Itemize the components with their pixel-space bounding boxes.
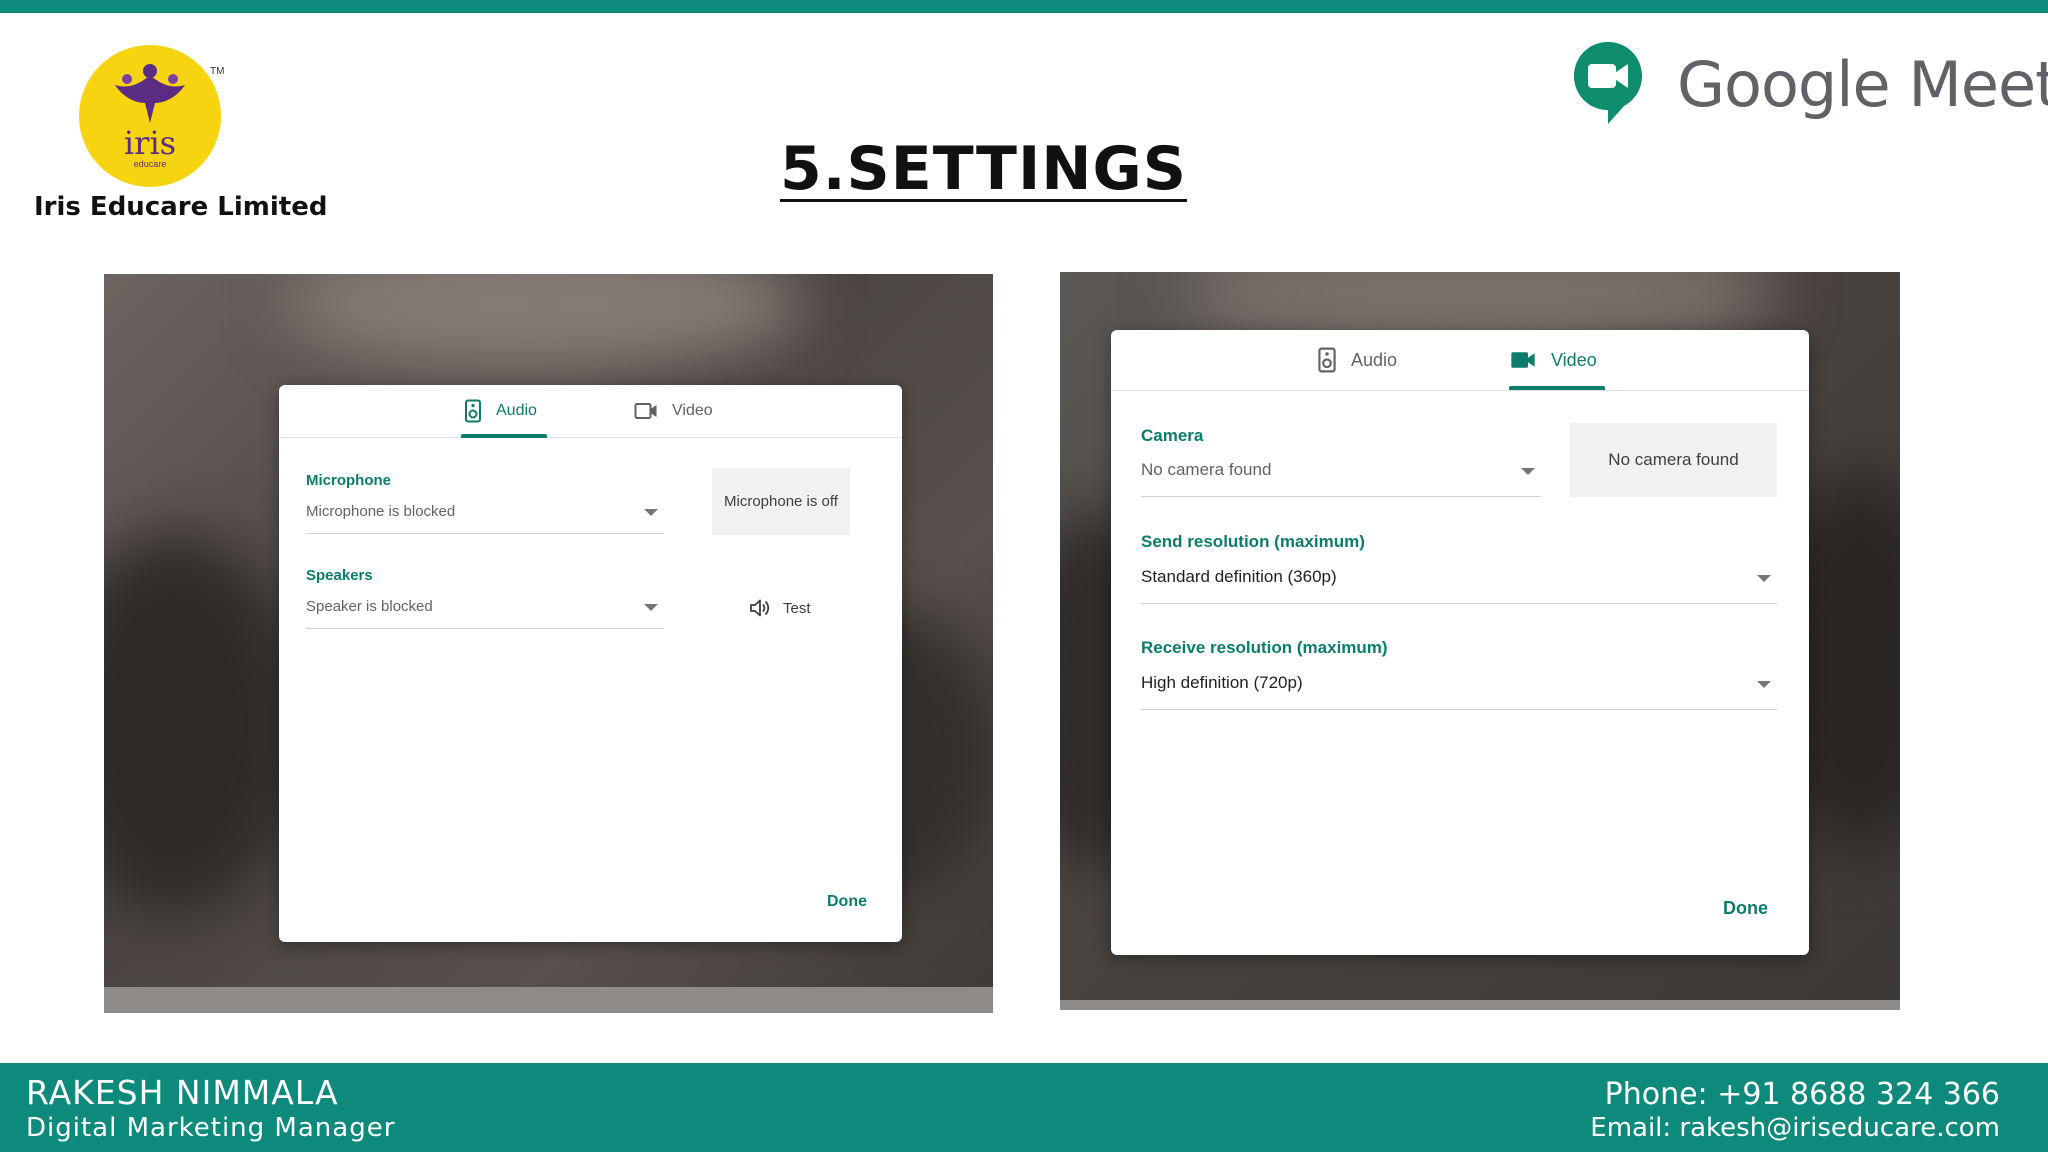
footer-bar: RAKESH NIMMALA Digital Marketing Manager…: [0, 1063, 2048, 1152]
speaker-device-icon: [465, 399, 481, 423]
send-resolution-label: Send resolution (maximum): [1141, 532, 1365, 551]
background-blur: [284, 274, 804, 374]
audio-settings-screenshot: Audio Video Microphone Microphone is blo…: [104, 274, 993, 1013]
tab-video-label: Video: [1551, 349, 1597, 370]
iris-educare-logo: iris educare: [79, 45, 221, 187]
tab-audio[interactable]: Audio: [464, 385, 537, 437]
test-button-label: Test: [783, 599, 811, 617]
camera-select[interactable]: No camera found: [1141, 460, 1541, 497]
iris-logo-subword: educare: [133, 159, 167, 169]
camera-preview-box: No camera found: [1570, 423, 1777, 497]
chevron-down-icon: [1521, 468, 1535, 475]
test-speakers-button[interactable]: Test: [749, 593, 811, 623]
speaker-device-icon: [1318, 347, 1336, 373]
iris-logo-word: iris: [123, 124, 177, 162]
presenter-role: Digital Marketing Manager: [26, 1113, 396, 1143]
page-title: 5.SETTINGS: [780, 134, 1187, 204]
background-blur: [104, 534, 304, 914]
send-resolution-value: Standard definition (360p): [1141, 567, 1337, 586]
contact-email: Email: rakesh@iriseducare.com: [1590, 1113, 2000, 1143]
google-meet-wordmark: Google Meet: [1677, 48, 2048, 121]
microphone-status-box: Microphone is off: [712, 468, 850, 535]
receive-resolution-value: High definition (720p): [1141, 673, 1303, 692]
video-camera-icon: [1511, 352, 1535, 368]
speakers-label: Speakers: [306, 567, 373, 584]
tab-video[interactable]: Video: [634, 385, 713, 437]
receive-resolution-select[interactable]: High definition (720p): [1141, 673, 1777, 710]
panel-bottom-strip: [104, 987, 993, 1013]
settings-tabs: Audio Video: [279, 385, 902, 438]
tab-audio[interactable]: Audio: [1317, 330, 1397, 390]
google-meet-icon: [1574, 42, 1642, 124]
done-button[interactable]: Done: [827, 893, 867, 911]
company-name: Iris Educare Limited: [34, 192, 328, 222]
video-camera-icon: [634, 403, 657, 419]
video-settings-screenshot: Audio Video Camera No camera found No ca…: [1060, 272, 1900, 1010]
panel-bottom-strip: [1060, 1000, 1900, 1010]
chevron-down-icon: [644, 509, 658, 516]
presenter-name: RAKESH NIMMALA: [26, 1073, 339, 1112]
speakers-select-value: Speaker is blocked: [306, 598, 433, 615]
contact-phone: Phone: +91 8688 324 366: [1604, 1077, 2000, 1112]
send-resolution-select[interactable]: Standard definition (360p): [1141, 567, 1777, 604]
camera-select-value: No camera found: [1141, 460, 1272, 479]
settings-dialog: Audio Video Camera No camera found No ca…: [1111, 330, 1809, 955]
top-accent-bar: [0, 0, 2048, 13]
tab-video[interactable]: Video: [1509, 330, 1597, 390]
active-tab-indicator: [1509, 386, 1605, 390]
chevron-down-icon: [644, 604, 658, 611]
tab-video-label: Video: [672, 402, 713, 419]
trademark-mark: TM: [210, 66, 225, 77]
settings-tabs: Audio Video: [1111, 330, 1809, 391]
tab-audio-label: Audio: [496, 402, 537, 419]
chevron-down-icon: [1757, 575, 1771, 582]
done-button[interactable]: Done: [1723, 898, 1768, 919]
volume-icon: [750, 599, 770, 617]
settings-dialog: Audio Video Microphone Microphone is blo…: [279, 385, 902, 942]
camera-label: Camera: [1141, 426, 1204, 445]
active-tab-indicator: [461, 434, 547, 438]
microphone-select[interactable]: Microphone is blocked: [306, 503, 664, 534]
microphone-label: Microphone: [306, 472, 391, 489]
chevron-down-icon: [1757, 681, 1771, 688]
tab-audio-label: Audio: [1351, 349, 1398, 370]
speakers-select[interactable]: Speaker is blocked: [306, 598, 664, 629]
receive-resolution-label: Receive resolution (maximum): [1141, 638, 1388, 657]
microphone-select-value: Microphone is blocked: [306, 503, 456, 520]
